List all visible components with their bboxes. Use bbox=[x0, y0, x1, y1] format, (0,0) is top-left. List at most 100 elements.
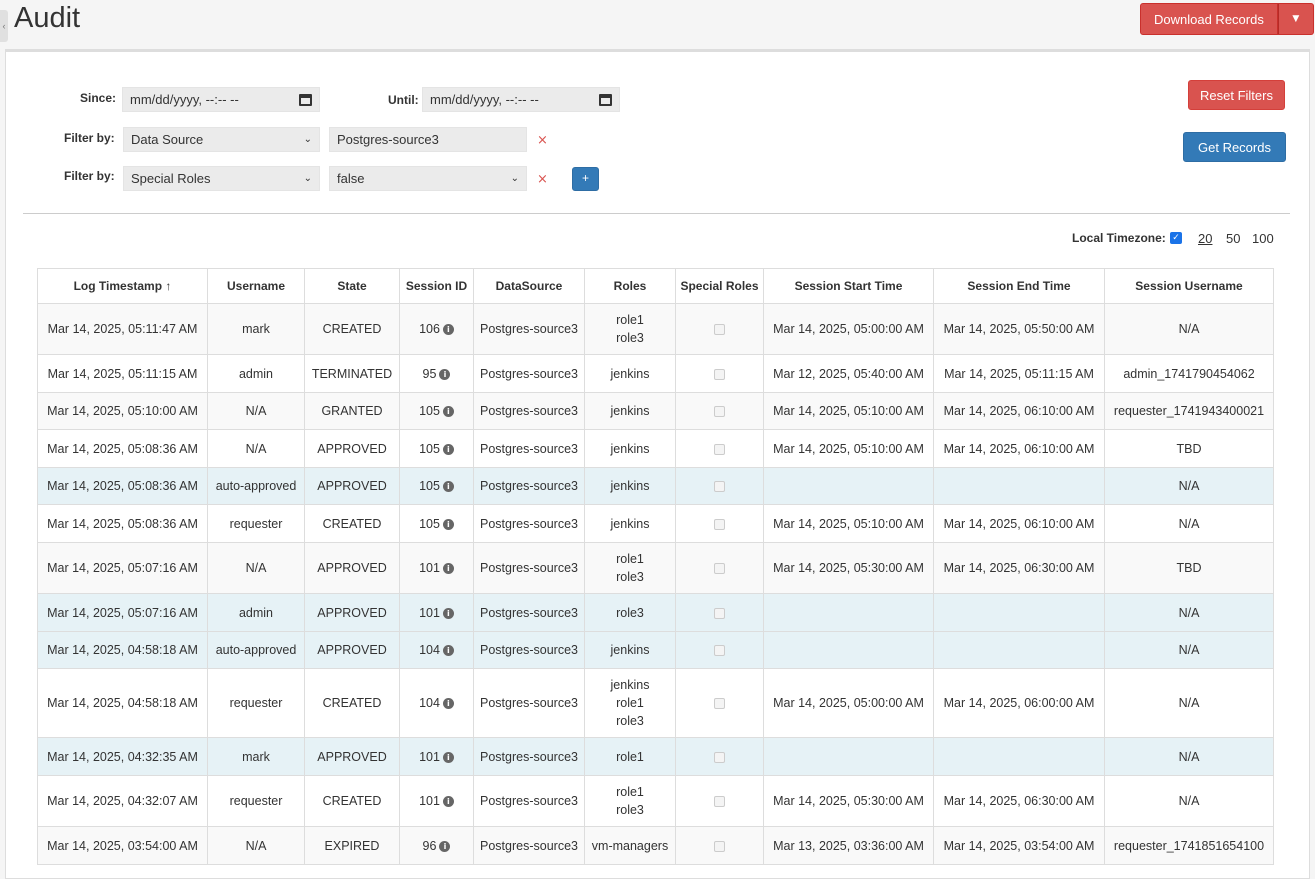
session-start-time-cell: Mar 14, 2025, 05:30:00 AM bbox=[763, 775, 934, 827]
column-header-state[interactable]: State bbox=[304, 268, 400, 304]
special-roles-checkbox bbox=[714, 443, 725, 455]
filter-value-input[interactable]: Postgres-source3 bbox=[329, 127, 527, 152]
special-roles-cell bbox=[675, 542, 764, 594]
session-id-value: 104 bbox=[419, 643, 440, 657]
session-start-time-cell bbox=[763, 467, 934, 505]
datasource-cell: Postgres-source3 bbox=[473, 775, 585, 827]
session-end-time-cell: Mar 14, 2025, 05:11:15 AM bbox=[933, 354, 1105, 393]
info-icon[interactable]: i bbox=[442, 518, 454, 530]
log-timestamp-cell: Mar 14, 2025, 05:08:36 AM bbox=[37, 504, 208, 543]
download-button-group: Download Records ▼ bbox=[1140, 3, 1314, 35]
special-roles-checkbox bbox=[714, 481, 725, 493]
special-roles-checkbox bbox=[714, 645, 725, 657]
log-timestamp-cell: Mar 14, 2025, 05:07:16 AM bbox=[37, 593, 208, 632]
get-records-button[interactable]: Get Records bbox=[1183, 132, 1286, 162]
log-timestamp-cell: Mar 14, 2025, 05:11:15 AM bbox=[37, 354, 208, 393]
since-datetime-input[interactable]: mm/dd/yyyy, --:-- -- bbox=[122, 87, 320, 112]
state-cell: APPROVED bbox=[304, 593, 400, 632]
until-datetime-input[interactable]: mm/dd/yyyy, --:-- -- bbox=[422, 87, 620, 112]
local-timezone-checkbox[interactable]: ✓ bbox=[1170, 232, 1182, 244]
session-id-cell: 96 i bbox=[399, 826, 474, 865]
calendar-icon[interactable] bbox=[299, 93, 312, 106]
session-start-time-cell: Mar 14, 2025, 05:10:00 AM bbox=[763, 392, 934, 430]
session-end-time-cell: Mar 14, 2025, 06:00:00 AM bbox=[933, 668, 1105, 738]
column-header-session-end-time[interactable]: Session End Time bbox=[933, 268, 1105, 304]
filter-field-select[interactable]: Data Source ⌄ bbox=[123, 127, 320, 152]
info-icon[interactable]: i bbox=[439, 368, 451, 380]
info-icon[interactable]: i bbox=[442, 481, 454, 492]
column-header-username[interactable]: Username bbox=[207, 268, 305, 304]
info-icon[interactable]: i bbox=[442, 698, 454, 709]
log-timestamp-cell: Mar 14, 2025, 04:58:18 AM bbox=[37, 668, 208, 738]
remove-filter-icon[interactable]: × bbox=[537, 172, 548, 187]
datasource-cell: Postgres-source3 bbox=[473, 631, 585, 669]
special-roles-cell bbox=[675, 631, 764, 669]
roles-cell: jenkins bbox=[584, 467, 676, 505]
session-username-cell: N/A bbox=[1104, 775, 1274, 827]
special-roles-checkbox bbox=[714, 324, 725, 336]
session-id-value: 101 bbox=[419, 605, 440, 620]
filter-value-select[interactable]: false ⌄ bbox=[329, 166, 527, 191]
session-id-cell: 101 i bbox=[399, 542, 474, 594]
column-header-roles[interactable]: Roles bbox=[584, 268, 676, 304]
filter-by-label: Filter by: bbox=[64, 169, 115, 183]
special-roles-cell bbox=[675, 392, 764, 430]
chevron-down-icon: ⌄ bbox=[510, 173, 519, 184]
page-size-50[interactable]: 50 bbox=[1226, 231, 1240, 246]
reset-filters-button[interactable]: Reset Filters bbox=[1188, 80, 1285, 110]
table-row: Mar 14, 2025, 04:58:18 AM requester CREATE… bbox=[37, 668, 1274, 738]
download-records-button[interactable]: Download Records bbox=[1140, 3, 1278, 35]
filter-field-select[interactable]: Special Roles ⌄ bbox=[123, 166, 320, 191]
session-id-value: 106 bbox=[419, 322, 440, 336]
session-id-cell: 105 i bbox=[399, 504, 474, 543]
session-start-time-cell bbox=[763, 593, 934, 632]
info-icon[interactable]: i bbox=[442, 796, 454, 807]
username-cell: N/A bbox=[207, 542, 305, 594]
page-size-20[interactable]: 20 bbox=[1198, 231, 1212, 246]
info-icon[interactable]: i bbox=[442, 406, 454, 417]
download-options-caret-icon[interactable]: ▼ bbox=[1277, 3, 1314, 35]
audit-table-body: Mar 14, 2025, 05:11:47 AM mark CREATED 106 i… bbox=[37, 303, 1274, 865]
info-icon[interactable]: i bbox=[442, 645, 454, 656]
role-item: role1 bbox=[616, 785, 644, 799]
column-header-special-roles[interactable]: Special Roles bbox=[675, 268, 764, 304]
role-item: jenkins bbox=[610, 678, 650, 692]
state-cell: APPROVED bbox=[304, 737, 400, 776]
remove-filter-icon[interactable]: × bbox=[537, 133, 548, 148]
column-header-session-start-time[interactable]: Session Start Time bbox=[763, 268, 934, 304]
special-roles-cell bbox=[675, 467, 764, 505]
info-icon[interactable]: i bbox=[442, 563, 454, 574]
session-end-time-cell: Mar 14, 2025, 06:30:00 AM bbox=[933, 542, 1105, 594]
role-item: role3 bbox=[616, 331, 644, 345]
add-filter-button[interactable]: + bbox=[572, 167, 599, 191]
session-end-time-cell bbox=[933, 593, 1105, 632]
column-header-log-timestamp[interactable]: Log Timestamp ↑ bbox=[37, 268, 208, 304]
column-header-datasource[interactable]: DataSource bbox=[473, 268, 585, 304]
info-icon[interactable]: i bbox=[442, 324, 454, 335]
table-row: Mar 14, 2025, 05:07:16 AM N/A APPROVED 101 i… bbox=[37, 542, 1274, 594]
state-cell: CREATED bbox=[304, 668, 400, 738]
session-id-value: 105 bbox=[419, 516, 440, 531]
page-size-100[interactable]: 100 bbox=[1252, 231, 1274, 246]
info-icon[interactable]: i bbox=[439, 840, 451, 852]
special-roles-checkbox bbox=[714, 796, 725, 808]
column-header-session-username[interactable]: Session Username bbox=[1104, 268, 1274, 304]
datasource-cell: Postgres-source3 bbox=[473, 504, 585, 543]
calendar-icon[interactable] bbox=[599, 93, 612, 106]
info-icon[interactable]: i bbox=[442, 607, 454, 619]
role-item: jenkins bbox=[610, 643, 650, 657]
info-icon[interactable]: i bbox=[442, 751, 454, 763]
datasource-cell: Postgres-source3 bbox=[473, 593, 585, 632]
column-header-session-id[interactable]: Session ID bbox=[399, 268, 474, 304]
state-cell: CREATED bbox=[304, 775, 400, 827]
special-roles-cell bbox=[675, 775, 764, 827]
username-cell: N/A bbox=[207, 429, 305, 468]
info-icon[interactable]: i bbox=[442, 443, 454, 455]
session-start-time-cell: Mar 14, 2025, 05:30:00 AM bbox=[763, 542, 934, 594]
audit-table: Log Timestamp ↑ Username State Session I… bbox=[37, 268, 1274, 865]
session-end-time-cell bbox=[933, 737, 1105, 776]
chevron-down-icon: ⌄ bbox=[303, 173, 312, 184]
session-id-value: 95 bbox=[422, 366, 437, 381]
datasource-cell: Postgres-source3 bbox=[473, 826, 585, 865]
state-cell: APPROVED bbox=[304, 542, 400, 594]
